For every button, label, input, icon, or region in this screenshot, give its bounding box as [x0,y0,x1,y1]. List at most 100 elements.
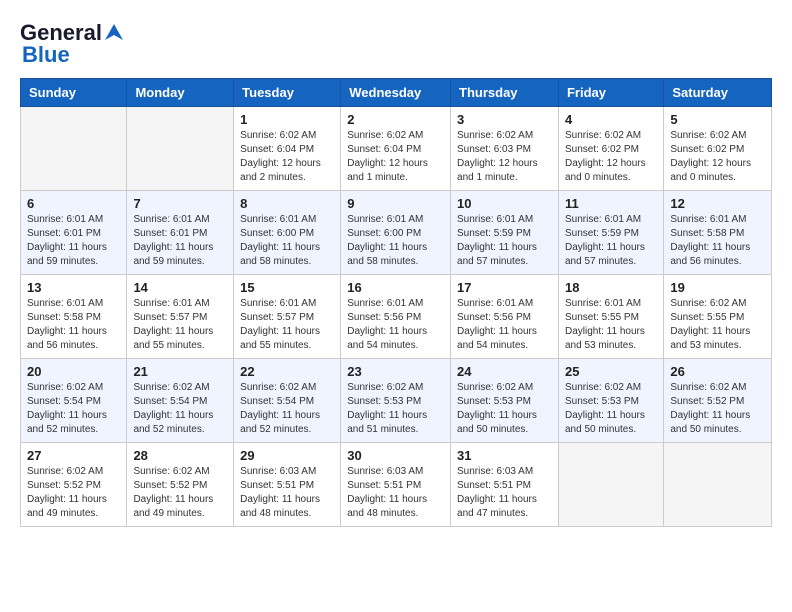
day-info: Sunrise: 6:01 AM Sunset: 6:00 PM Dayligh… [347,213,444,269]
day-info: Sunrise: 6:01 AM Sunset: 5:55 PM Dayligh… [565,297,657,353]
day-number: 3 [457,112,552,127]
calendar-day [558,443,663,527]
calendar-day: 22 Sunrise: 6:02 AM Sunset: 5:54 PM Dayli… [234,359,341,443]
day-number: 20 [27,364,120,379]
day-number: 1 [240,112,334,127]
logo-blue-text: Blue [22,42,70,68]
day-number: 27 [27,448,120,463]
day-info: Sunrise: 6:01 AM Sunset: 5:59 PM Dayligh… [565,213,657,269]
calendar-day: 9 Sunrise: 6:01 AM Sunset: 6:00 PM Daylig… [341,191,451,275]
day-number: 6 [27,196,120,211]
day-info: Sunrise: 6:01 AM Sunset: 6:00 PM Dayligh… [240,213,334,269]
column-header-sunday: Sunday [21,79,127,107]
day-number: 12 [670,196,765,211]
day-info: Sunrise: 6:01 AM Sunset: 5:58 PM Dayligh… [27,297,120,353]
calendar-body: 1 Sunrise: 6:02 AM Sunset: 6:04 PM Daylig… [21,107,772,527]
calendar-table: SundayMondayTuesdayWednesdayThursdayFrid… [20,78,772,527]
calendar-day: 12 Sunrise: 6:01 AM Sunset: 5:58 PM Dayli… [664,191,772,275]
column-header-friday: Friday [558,79,663,107]
day-number: 26 [670,364,765,379]
calendar-day: 31Sunrise: 6:03 AM Sunset: 5:51 PM Dayli… [451,443,559,527]
day-info: Sunrise: 6:03 AM Sunset: 5:51 PM Dayligh… [240,465,334,521]
calendar-day [21,107,127,191]
calendar-week-4: 20 Sunrise: 6:02 AM Sunset: 5:54 PM Dayli… [21,359,772,443]
calendar-week-5: 27 Sunrise: 6:02 AM Sunset: 5:52 PM Dayli… [21,443,772,527]
day-info: Sunrise: 6:02 AM Sunset: 6:04 PM Dayligh… [240,129,334,185]
day-info: Sunrise: 6:01 AM Sunset: 5:56 PM Dayligh… [457,297,552,353]
calendar-day: 30 Sunrise: 6:03 AM Sunset: 5:51 PM Dayli… [341,443,451,527]
calendar-week-1: 1 Sunrise: 6:02 AM Sunset: 6:04 PM Daylig… [21,107,772,191]
day-number: 29 [240,448,334,463]
column-header-saturday: Saturday [664,79,772,107]
calendar-day: 24 Sunrise: 6:02 AM Sunset: 5:53 PM Dayli… [451,359,559,443]
day-number: 15 [240,280,334,295]
page-header: General Blue [20,20,772,68]
day-number: 8 [240,196,334,211]
day-info: Sunrise: 6:01 AM Sunset: 5:58 PM Dayligh… [670,213,765,269]
calendar-day: 27 Sunrise: 6:02 AM Sunset: 5:52 PM Dayli… [21,443,127,527]
calendar-day: 3 Sunrise: 6:02 AM Sunset: 6:03 PM Daylig… [451,107,559,191]
calendar-day: 19Sunrise: 6:02 AM Sunset: 5:55 PM Dayli… [664,275,772,359]
day-info: Sunrise: 6:02 AM Sunset: 6:02 PM Dayligh… [565,129,657,185]
day-number: 25 [565,364,657,379]
calendar-day [664,443,772,527]
day-info: Sunrise: 6:02 AM Sunset: 5:55 PM Dayligh… [670,297,765,353]
day-info: Sunrise: 6:03 AM Sunset: 5:51 PM Dayligh… [347,465,444,521]
day-info: Sunrise: 6:02 AM Sunset: 6:03 PM Dayligh… [457,129,552,185]
day-info: Sunrise: 6:01 AM Sunset: 5:57 PM Dayligh… [240,297,334,353]
calendar-day: 1 Sunrise: 6:02 AM Sunset: 6:04 PM Daylig… [234,107,341,191]
day-number: 4 [565,112,657,127]
calendar-day: 29 Sunrise: 6:03 AM Sunset: 5:51 PM Dayli… [234,443,341,527]
day-info: Sunrise: 6:02 AM Sunset: 5:54 PM Dayligh… [240,381,334,437]
day-info: Sunrise: 6:01 AM Sunset: 6:01 PM Dayligh… [27,213,120,269]
day-number: 10 [457,196,552,211]
column-header-thursday: Thursday [451,79,559,107]
calendar-day: 20Sunrise: 6:02 AM Sunset: 5:54 PM Dayli… [21,359,127,443]
calendar-day: 23 Sunrise: 6:02 AM Sunset: 5:53 PM Dayli… [341,359,451,443]
day-number: 9 [347,196,444,211]
day-info: Sunrise: 6:02 AM Sunset: 5:52 PM Dayligh… [27,465,120,521]
day-info: Sunrise: 6:01 AM Sunset: 5:56 PM Dayligh… [347,297,444,353]
calendar-week-3: 13 Sunrise: 6:01 AM Sunset: 5:58 PM Dayli… [21,275,772,359]
calendar-header: SundayMondayTuesdayWednesdayThursdayFrid… [21,79,772,107]
day-info: Sunrise: 6:02 AM Sunset: 5:53 PM Dayligh… [457,381,552,437]
calendar-day: 25 Sunrise: 6:02 AM Sunset: 5:53 PM Dayli… [558,359,663,443]
day-number: 17 [457,280,552,295]
calendar-day: 26 Sunrise: 6:02 AM Sunset: 5:52 PM Dayli… [664,359,772,443]
calendar-day: 2Sunrise: 6:02 AM Sunset: 6:04 PM Daylig… [341,107,451,191]
day-number: 14 [133,280,227,295]
calendar-day [127,107,234,191]
calendar-day: 18 Sunrise: 6:01 AM Sunset: 5:55 PM Dayli… [558,275,663,359]
day-number: 11 [565,196,657,211]
calendar-day: 5Sunrise: 6:02 AM Sunset: 6:02 PM Daylig… [664,107,772,191]
day-number: 18 [565,280,657,295]
day-info: Sunrise: 6:02 AM Sunset: 5:52 PM Dayligh… [670,381,765,437]
calendar-day: 14 Sunrise: 6:01 AM Sunset: 5:57 PM Dayli… [127,275,234,359]
column-header-wednesday: Wednesday [341,79,451,107]
day-info: Sunrise: 6:02 AM Sunset: 5:54 PM Dayligh… [133,381,227,437]
day-number: 7 [133,196,227,211]
day-info: Sunrise: 6:01 AM Sunset: 6:01 PM Dayligh… [133,213,227,269]
day-number: 22 [240,364,334,379]
calendar-week-2: 6 Sunrise: 6:01 AM Sunset: 6:01 PM Daylig… [21,191,772,275]
calendar-day: 10 Sunrise: 6:01 AM Sunset: 5:59 PM Dayli… [451,191,559,275]
calendar-day: 15 Sunrise: 6:01 AM Sunset: 5:57 PM Dayli… [234,275,341,359]
day-info: Sunrise: 6:02 AM Sunset: 6:04 PM Dayligh… [347,129,444,185]
day-number: 23 [347,364,444,379]
day-number: 5 [670,112,765,127]
calendar-day: 28Sunrise: 6:02 AM Sunset: 5:52 PM Dayli… [127,443,234,527]
day-number: 24 [457,364,552,379]
logo-bird-icon [103,22,125,44]
day-info: Sunrise: 6:02 AM Sunset: 5:53 PM Dayligh… [347,381,444,437]
calendar-day: 7 Sunrise: 6:01 AM Sunset: 6:01 PM Daylig… [127,191,234,275]
day-number: 13 [27,280,120,295]
day-number: 30 [347,448,444,463]
calendar-day: 11 Sunrise: 6:01 AM Sunset: 5:59 PM Dayli… [558,191,663,275]
day-info: Sunrise: 6:01 AM Sunset: 5:57 PM Dayligh… [133,297,227,353]
day-info: Sunrise: 6:02 AM Sunset: 5:53 PM Dayligh… [565,381,657,437]
day-info: Sunrise: 6:02 AM Sunset: 5:52 PM Dayligh… [133,465,227,521]
calendar-day: 21Sunrise: 6:02 AM Sunset: 5:54 PM Dayli… [127,359,234,443]
day-info: Sunrise: 6:03 AM Sunset: 5:51 PM Dayligh… [457,465,552,521]
calendar-day: 8 Sunrise: 6:01 AM Sunset: 6:00 PM Daylig… [234,191,341,275]
day-info: Sunrise: 6:01 AM Sunset: 5:59 PM Dayligh… [457,213,552,269]
